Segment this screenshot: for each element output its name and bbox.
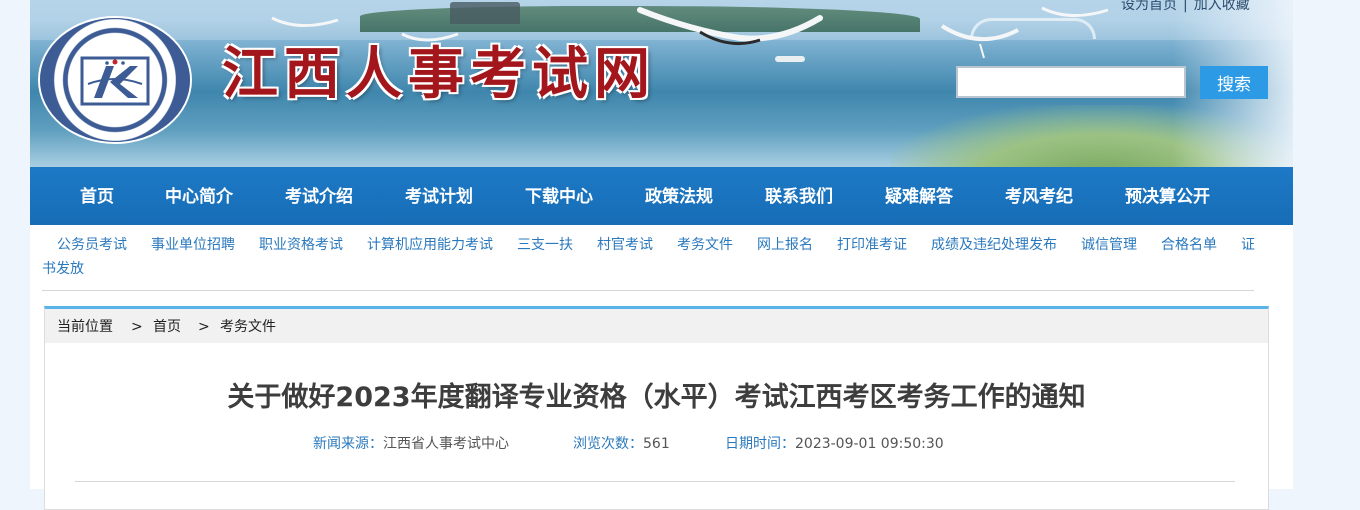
nav-item-home[interactable]: 首页 — [80, 167, 114, 225]
source-label: 新闻来源： — [313, 436, 383, 452]
views-value: 561 — [643, 436, 670, 452]
nav-item-about[interactable]: 中心简介 — [165, 167, 233, 225]
search-button[interactable]: 搜索 — [1200, 66, 1268, 99]
views-label: 浏览次数： — [573, 436, 643, 452]
article-panel: 当前位置 > 首页 > 考务文件 关于做好2023年度翻译专业资格（水平）考试江… — [44, 306, 1269, 510]
breadcrumb-home[interactable]: 首页 — [153, 309, 181, 345]
nav-item-contact[interactable]: 联系我们 — [765, 167, 833, 225]
breadcrumb: 当前位置 > 首页 > 考务文件 — [45, 309, 1268, 343]
date-value: 2023-09-01 09:50:30 — [795, 436, 944, 452]
nav-item-budget[interactable]: 预决算公开 — [1125, 167, 1210, 225]
header-banner: 江西人事考试网 设为首页 | 加入收藏 搜索 — [30, 0, 1293, 167]
crane-bird-icon — [940, 24, 1019, 59]
site-logo[interactable] — [40, 18, 190, 142]
article-date: 日期时间：2023-09-01 09:50:30 — [725, 433, 944, 453]
nav-item-downloads[interactable]: 下载中心 — [525, 167, 593, 225]
sublink-vocational-qualification[interactable]: 职业资格考试 — [259, 237, 343, 253]
sublink-online-registration[interactable]: 网上报名 — [757, 237, 813, 253]
main-nav: 首页 中心简介 考试介绍 考试计划 下载中心 政策法规 联系我们 疑难解答 考风… — [30, 167, 1293, 225]
page-container: 江西人事考试网 设为首页 | 加入收藏 搜索 首页 中心简介 考试介绍 考试计划 下… — [30, 0, 1293, 510]
top-links-separator: | — [1183, 0, 1188, 13]
meta-divider — [75, 481, 1235, 482]
add-favorite-link[interactable]: 加入收藏 — [1194, 0, 1250, 13]
source-value: 江西省人事考试中心 — [383, 436, 509, 452]
sublink-print-admission[interactable]: 打印准考证 — [837, 237, 907, 253]
crane-bird-icon — [637, 7, 823, 46]
banner-pavilion — [450, 2, 520, 24]
nav-item-policies[interactable]: 政策法规 — [645, 167, 713, 225]
sublink-civil-servant[interactable]: 公务员考试 — [57, 237, 127, 253]
nav-item-exam-plan[interactable]: 考试计划 — [405, 167, 473, 225]
category-links: 公务员考试 事业单位招聘 职业资格考试 计算机应用能力考试 三支一扶 村官考试 考务文件 网上… — [42, 233, 1262, 281]
divider — [42, 290, 1254, 291]
sublink-exam-documents[interactable]: 考务文件 — [677, 237, 733, 253]
crane-bird-icon — [1041, 6, 1109, 18]
sublink-qualified-list[interactable]: 合格名单 — [1161, 237, 1217, 253]
article-source: 新闻来源：江西省人事考试中心 — [313, 433, 509, 453]
date-label: 日期时间： — [725, 436, 795, 452]
breadcrumb-exam-documents[interactable]: 考务文件 — [220, 309, 276, 345]
sublink-village-official[interactable]: 村官考试 — [597, 237, 653, 253]
breadcrumb-separator: > — [131, 319, 143, 335]
sublink-public-institution[interactable]: 事业单位招聘 — [151, 237, 235, 253]
search-input[interactable] — [956, 66, 1186, 98]
site-title: 江西人事考试网 — [222, 41, 656, 107]
sublink-results[interactable]: 成绩及违纪处理发布 — [931, 237, 1057, 253]
article-views: 浏览次数：561 — [573, 433, 670, 453]
sublink-integrity[interactable]: 诚信管理 — [1081, 237, 1137, 253]
sublink-computer-skills[interactable]: 计算机应用能力考试 — [367, 237, 493, 253]
breadcrumb-separator: > — [198, 319, 210, 335]
breadcrumb-label: 当前位置 — [57, 319, 113, 335]
nav-item-exam-discipline[interactable]: 考风考纪 — [1005, 167, 1073, 225]
sublink-sanzhi-yifu[interactable]: 三支一扶 — [517, 237, 573, 253]
nav-item-faq[interactable]: 疑难解答 — [885, 167, 953, 225]
jiangxi-personnel-exam-center-logo-icon — [80, 56, 150, 106]
article-title: 关于做好2023年度翻译专业资格（水平）考试江西考区考务工作的通知 — [227, 382, 1086, 413]
set-homepage-link[interactable]: 设为首页 — [1121, 0, 1177, 13]
top-links: 设为首页 | 加入收藏 — [1121, 0, 1250, 14]
nav-item-exam-intro[interactable]: 考试介绍 — [285, 167, 353, 225]
